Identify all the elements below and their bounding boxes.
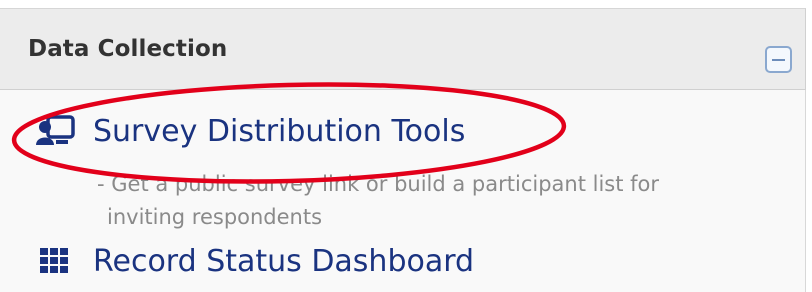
- description-line1: Get a public survey link or build a part…: [111, 172, 660, 196]
- record-status-dashboard-link[interactable]: Record Status Dashboard: [36, 243, 474, 279]
- minus-icon: [772, 58, 785, 61]
- collapse-button[interactable]: [765, 46, 792, 73]
- project-setup-panel: Data Collection Survey Distribution Tool…: [0, 0, 812, 292]
- survey-distribution-icon: [36, 113, 76, 149]
- description-prefix: -: [97, 172, 112, 196]
- record-status-dashboard-label: Record Status Dashboard: [93, 243, 475, 279]
- description-line2: inviting respondents: [107, 205, 323, 229]
- survey-distribution-description: - Get a public survey link or build a pa…: [97, 168, 777, 234]
- grid-dashboard-icon: [36, 243, 76, 279]
- top-spacer: [0, 0, 812, 8]
- survey-distribution-tools-link[interactable]: Survey Distribution Tools: [36, 113, 465, 149]
- section-title: Data Collection: [28, 36, 228, 62]
- survey-distribution-tools-label: Survey Distribution Tools: [93, 113, 466, 149]
